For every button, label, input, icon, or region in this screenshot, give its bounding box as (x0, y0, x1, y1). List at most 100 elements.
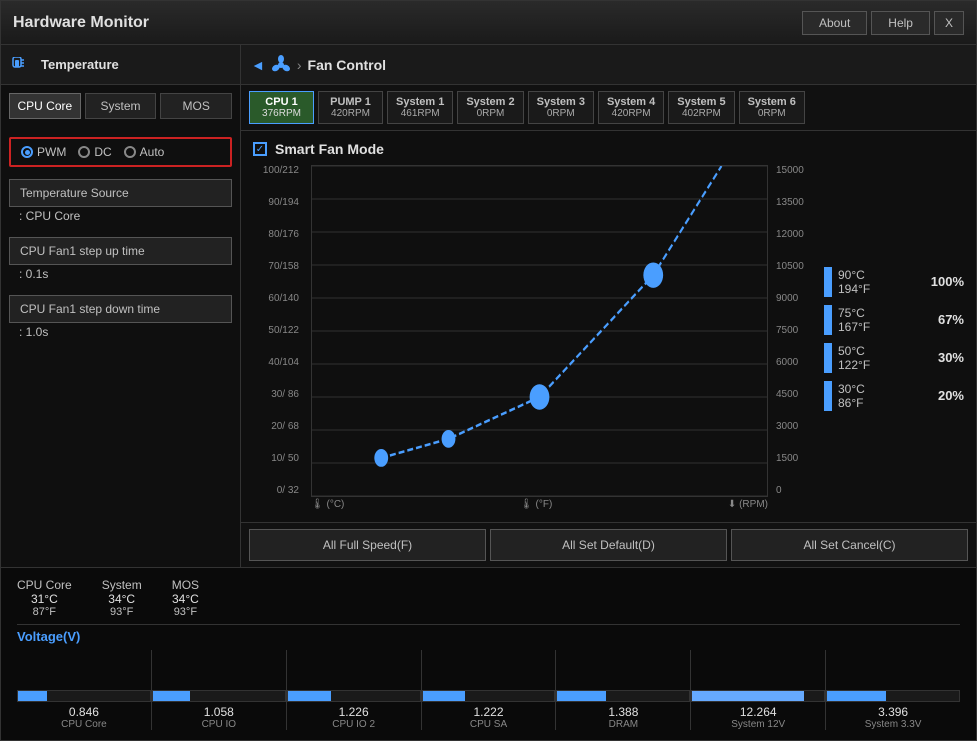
smart-fan-checkbox[interactable]: ✓ (253, 142, 267, 156)
y-label-20: 20/ 68 (271, 421, 299, 432)
tab-mos[interactable]: MOS (160, 93, 232, 119)
legend-item-0: 90°C 194°F 100% (824, 267, 964, 297)
radio-dc[interactable]: DC (78, 145, 111, 159)
bottom-stats: CPU Core 31°C 87°F System 34°C 93°F MOS … (1, 567, 976, 740)
temp-cpu-core: CPU Core 31°C 87°F (17, 578, 72, 618)
step-up-button[interactable]: CPU Fan1 step up time (9, 237, 232, 265)
fan-tab-pump1-rpm: 420RPM (327, 108, 374, 119)
legend-text-2: 50°C 122°F (838, 344, 870, 372)
fan-tab-sys6-name: System 6 (748, 96, 796, 108)
y-axis-labels: 100/212 90/194 80/176 70/158 60/140 50/1… (253, 165, 303, 512)
voltage-bar-1 (153, 691, 190, 701)
chart-main-area: 🌡 (°C) 🌡 (°F) ⬇ (RPM) (311, 165, 768, 512)
fan-tab-sys6-rpm: 0RPM (748, 108, 796, 119)
radio-dc-circle (78, 146, 90, 158)
fan-tab-sys1-rpm: 461RPM (396, 108, 444, 119)
app-title: Hardware Monitor (13, 14, 802, 32)
x-axis-labels: 🌡 (°C) 🌡 (°F) ⬇ (RPM) (311, 497, 768, 512)
voltage-label: Voltage(V) (17, 627, 960, 646)
temp-cpu-label: CPU Core (17, 578, 72, 592)
all-set-cancel-button[interactable]: All Set Cancel(C) (731, 529, 968, 561)
chart-svg (312, 166, 767, 496)
radio-pwm-label: PWM (37, 145, 66, 159)
fan-tab-sys2[interactable]: System 2 0RPM (457, 91, 523, 124)
x-axis-flame-c: 🌡 (°C) (311, 499, 344, 510)
chart-point-4[interactable] (643, 262, 663, 287)
legend-pct-2: 30% (938, 350, 964, 365)
legend-temp-c-2: 50°C (838, 344, 870, 358)
legend-bar-2 (824, 343, 832, 373)
chart-point-1[interactable] (374, 449, 388, 467)
temp-source-button[interactable]: Temperature Source (9, 179, 232, 207)
left-panel: Temperature CPU Core System MOS PWM DC (1, 45, 241, 567)
fan-tab-sys6[interactable]: System 6 0RPM (739, 91, 805, 124)
legend-text-3: 30°C 86°F (838, 382, 865, 410)
fan-tab-sys1[interactable]: System 1 461RPM (387, 91, 453, 124)
nav-separator: › (297, 57, 302, 73)
legend-pct-0: 100% (931, 274, 964, 289)
all-full-speed-button[interactable]: All Full Speed(F) (249, 529, 486, 561)
fan-tabs: CPU 1 376RPM PUMP 1 420RPM System 1 461R… (241, 85, 976, 131)
voltage-sys12v: 12.264 System 12V (691, 690, 825, 730)
fan-tab-sys3[interactable]: System 3 0RPM (528, 91, 594, 124)
step-down-button[interactable]: CPU Fan1 step down time (9, 295, 232, 323)
legend-pct-3: 20% (938, 388, 964, 403)
tab-system[interactable]: System (85, 93, 157, 119)
left-tab-row: CPU Core System MOS (1, 85, 240, 127)
legend-temp-f-0: 194°F (838, 282, 870, 296)
voltage-bar-container-2 (287, 690, 421, 702)
temp-source-section: Temperature Source : CPU Core (9, 179, 232, 225)
fan-tab-pump1-name: PUMP 1 (327, 96, 374, 108)
fan-tab-sys4[interactable]: System 4 420RPM (598, 91, 664, 124)
y-label-10: 10/ 50 (271, 453, 299, 464)
fan-tab-sys5[interactable]: System 5 402RPM (668, 91, 734, 124)
about-button[interactable]: About (802, 11, 867, 35)
tab-cpu-core[interactable]: CPU Core (9, 93, 81, 119)
all-set-default-button[interactable]: All Set Default(D) (490, 529, 727, 561)
close-button[interactable]: X (934, 11, 964, 35)
legend-item-1: 75°C 167°F 67% (824, 305, 964, 335)
chart-plot[interactable] (311, 165, 768, 497)
radio-pwm[interactable]: PWM (21, 145, 66, 159)
temp-sys-c: 34°C (108, 592, 135, 606)
legend-item-3: 30°C 86°F 20% (824, 381, 964, 411)
voltage-val-5: 12.264 (740, 705, 777, 719)
temp-cpu-f: 87°F (33, 606, 56, 618)
temp-system: System 34°C 93°F (102, 578, 142, 618)
radio-auto[interactable]: Auto (124, 145, 165, 159)
voltage-bar-container-4 (556, 690, 690, 702)
voltage-val-4: 1.388 (608, 705, 638, 719)
legend-temp-f-3: 86°F (838, 396, 865, 410)
right-panel-title: Fan Control (308, 57, 387, 73)
legend-bar-3 (824, 381, 832, 411)
step-down-section: CPU Fan1 step down time : 1.0s (9, 295, 232, 341)
fan-tab-cpu1[interactable]: CPU 1 376RPM (249, 91, 314, 124)
fan-tab-sys1-name: System 1 (396, 96, 444, 108)
temp-mos-f: 93°F (174, 606, 197, 618)
fan-tab-pump1[interactable]: PUMP 1 420RPM (318, 91, 383, 124)
nav-back-icon[interactable]: ◄ (251, 57, 265, 73)
y-label-40: 40/104 (268, 357, 299, 368)
legend-text-1: 75°C 167°F (838, 306, 870, 334)
voltage-bar-container-1 (152, 690, 286, 702)
y-label-50: 50/122 (268, 325, 299, 336)
voltage-bar-container-6 (826, 690, 960, 702)
voltage-val-0: 0.846 (69, 705, 99, 719)
voltage-sys33v: 3.396 System 3.3V (826, 690, 960, 730)
rpm-12000: 12000 (776, 229, 816, 240)
voltage-bar-container-0 (17, 690, 151, 702)
voltage-name-5: System 12V (731, 719, 785, 730)
fan-icon (271, 55, 291, 75)
temp-mos-c: 34°C (172, 592, 199, 606)
voltage-name-3: CPU SA (470, 719, 507, 730)
legend-temp-f-2: 122°F (838, 358, 870, 372)
voltage-name-0: CPU Core (61, 719, 107, 730)
chart-point-3[interactable] (530, 384, 550, 409)
temp-sys-label: System (102, 578, 142, 592)
left-panel-header: Temperature (1, 45, 240, 85)
voltage-name-1: CPU IO (202, 719, 236, 730)
voltage-cpu-core: 0.846 CPU Core (17, 690, 151, 730)
help-button[interactable]: Help (871, 11, 930, 35)
chart-point-2[interactable] (442, 430, 456, 448)
rpm-15000: 15000 (776, 165, 816, 176)
